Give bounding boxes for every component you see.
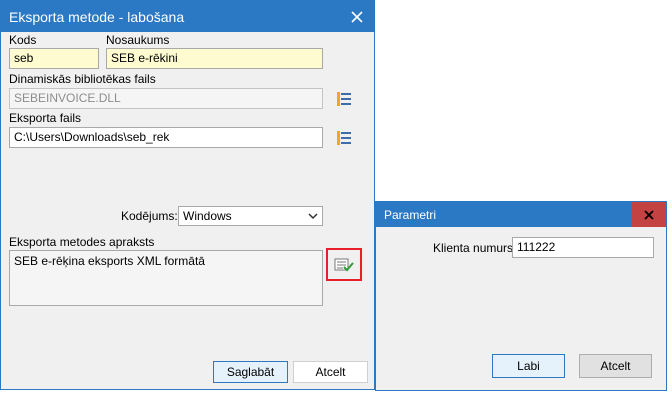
- ok-button[interactable]: Labi: [492, 354, 565, 378]
- client-number-label: Klienta numurs:: [433, 241, 517, 255]
- params-titlebar[interactable]: Parametri: [376, 202, 666, 227]
- chevron-down-icon: [308, 210, 318, 224]
- close-icon[interactable]: [340, 1, 374, 32]
- save-button[interactable]: Saglabāt: [213, 361, 288, 383]
- parameters-check-icon[interactable]: [334, 256, 354, 274]
- folder-tree-icon[interactable]: [335, 129, 353, 147]
- encoding-label: Kodējums:: [121, 209, 178, 223]
- cancel-button[interactable]: Atcelt: [579, 354, 652, 378]
- encoding-select[interactable]: Windows: [178, 206, 323, 226]
- parameters-dialog: Parametri Klienta numurs: 111222 Labi At…: [375, 201, 667, 391]
- cancel-button[interactable]: Atcelt: [293, 361, 368, 383]
- export-method-edit-window: Eksporta metode - labošana Kods seb Nosa…: [0, 0, 375, 390]
- client-number-field[interactable]: 111222: [512, 237, 654, 258]
- dialog-title: Parametri: [384, 207, 437, 222]
- close-icon[interactable]: [632, 202, 666, 227]
- folder-tree-icon[interactable]: [335, 90, 353, 108]
- nosaukums-label: Nosaukums: [106, 33, 170, 47]
- encoding-value: Windows: [183, 209, 232, 223]
- description-label: Eksporta metodes apraksts: [9, 235, 155, 249]
- window-title: Eksporta metode - labošana: [9, 8, 185, 25]
- nosaukums-field[interactable]: SEB e-rēkini: [106, 48, 323, 69]
- main-titlebar[interactable]: Eksporta metode - labošana: [1, 1, 374, 32]
- export-file-label: Eksporta fails: [9, 111, 82, 125]
- dll-label: Dinamiskās bibliotēkas fails: [9, 72, 156, 86]
- dll-field: SEBEINVOICE.DLL: [9, 88, 323, 109]
- export-file-field[interactable]: C:\Users\Downloads\seb_rek: [9, 127, 323, 148]
- description-memo[interactable]: SEB e-rēķina eksports XML formātā: [9, 250, 323, 306]
- kods-field[interactable]: seb: [9, 48, 99, 69]
- kods-label: Kods: [9, 33, 37, 47]
